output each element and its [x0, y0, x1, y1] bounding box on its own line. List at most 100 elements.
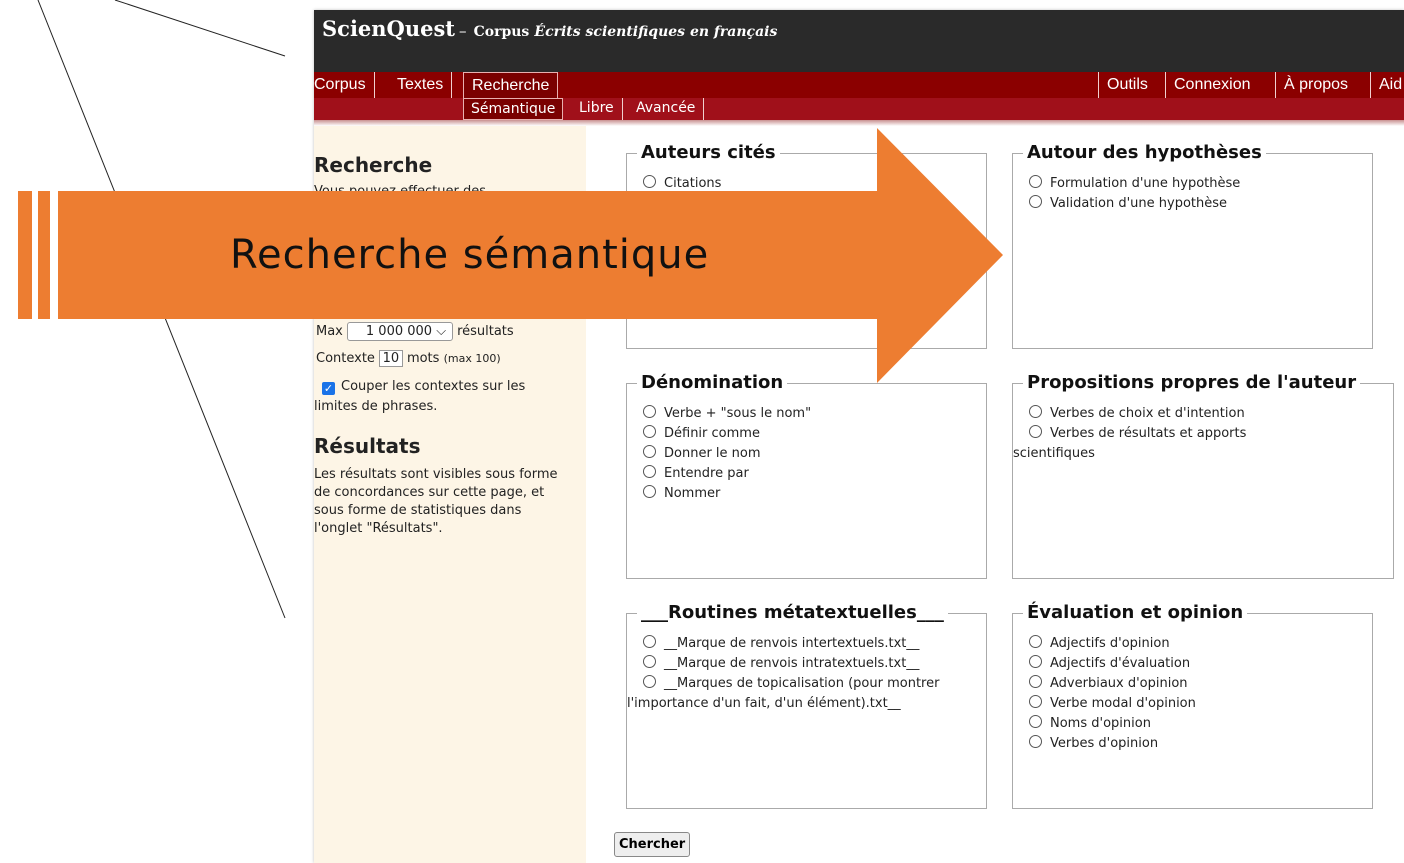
panel-title: Dénomination — [637, 372, 788, 394]
radio-icon — [643, 465, 656, 478]
radio-option[interactable]: Définir comme — [637, 424, 978, 444]
cut-context-label-2: limites de phrases. — [314, 399, 438, 414]
radio-icon — [1029, 675, 1042, 688]
option-label: Noms d'opinion — [1050, 716, 1151, 731]
panel-routines: ___Routines métatextuelles___ __Marque d… — [626, 602, 987, 809]
subnav-avancee[interactable]: Avancée — [636, 98, 705, 120]
radio-option[interactable]: Noms d'opinion — [1023, 714, 1364, 734]
panel-hypotheses: Autour des hypothèses Formulation d'une … — [1012, 142, 1373, 349]
app-screenshot: ScienQuest – Corpus Écrits scientifiques … — [314, 10, 1404, 863]
search-button[interactable]: Chercher — [614, 832, 691, 857]
context-input[interactable]: 10 — [378, 350, 403, 367]
radio-icon — [643, 675, 656, 688]
radio-option[interactable]: Entendre par — [637, 464, 978, 484]
radio-option[interactable]: Verbe modal d'opinion — [1023, 694, 1364, 714]
option-label: Définir comme — [664, 426, 760, 441]
option-label: __Marques de topicalisation (pour montre… — [627, 676, 940, 711]
subnav-semantique[interactable]: Sémantique — [463, 98, 564, 120]
panel-title: Autour des hypothèses — [1023, 142, 1266, 164]
radio-icon — [643, 175, 656, 188]
option-label: Donner le nom — [664, 446, 761, 461]
brand-separator: – — [459, 22, 467, 40]
cut-context-row: ✓ Couper les contextes sur les — [316, 379, 525, 395]
nav-aide[interactable]: Aid — [1370, 72, 1402, 98]
radio-option[interactable]: Adjectifs d'opinion — [1023, 634, 1364, 654]
option-label: Validation d'une hypothèse — [1050, 196, 1228, 211]
main-nav: Corpus Textes Recherche Outils Connexion… — [314, 72, 1404, 99]
cut-context-label-1: Couper les contextes sur les — [341, 379, 526, 394]
radio-icon — [1029, 425, 1042, 438]
radio-option[interactable]: Citations — [637, 174, 978, 194]
chevron-down-icon: ⌵ — [436, 324, 447, 339]
radio-icon — [1029, 405, 1042, 418]
nav-a-propos[interactable]: À propos — [1275, 72, 1348, 98]
brand: ScienQuest – Corpus Écrits scientifiques … — [322, 16, 777, 41]
radio-option[interactable]: Verbes d'opinion — [1023, 734, 1364, 754]
radio-option[interactable]: Nommer — [637, 484, 978, 504]
radio-option[interactable]: Adverbiaux d'opinion — [1023, 674, 1364, 694]
option-label: Citations — [664, 176, 722, 191]
panel-title: Auteurs cités — [637, 142, 780, 164]
site-header: ScienQuest – Corpus Écrits scientifiques … — [314, 10, 1404, 72]
panel-title: ___Routines métatextuelles___ — [637, 602, 948, 624]
option-label: Verbe + "sous le nom" — [664, 406, 812, 421]
max-results-row: Max 1 000 000 ⌵ résultats — [316, 322, 514, 341]
option-label: Verbe modal d'opinion — [1050, 696, 1196, 711]
radio-icon — [643, 635, 656, 648]
radio-option[interactable]: Verbes de choix et d'intention — [1023, 404, 1313, 424]
search-heading: Recherche — [314, 153, 433, 177]
option-label: Verbes de choix et d'intention — [1050, 406, 1245, 421]
radio-icon — [643, 405, 656, 418]
results-text: Les résultats sont visibles sous forme d… — [314, 467, 558, 536]
corpus-title: Écrits scientifiques en français — [534, 24, 778, 40]
option-label: Adjectifs d'opinion — [1050, 636, 1170, 651]
panel-evaluation: Évaluation et opinion Adjectifs d'opinio… — [1012, 602, 1373, 809]
context-label: Contexte — [316, 351, 375, 366]
context-unit: mots — [406, 351, 440, 366]
radio-option[interactable]: Validation d'une hypothèse — [1023, 194, 1364, 214]
option-label: Adverbiaux d'opinion — [1050, 676, 1188, 691]
max-results-select[interactable]: 1 000 000 ⌵ — [346, 322, 454, 341]
banner-title: Recherche sémantique — [230, 232, 710, 278]
option-label: Adjectifs d'évaluation — [1050, 656, 1191, 671]
subnav-libre[interactable]: Libre — [579, 98, 623, 120]
nav-connexion[interactable]: Connexion — [1165, 72, 1251, 98]
panel-propositions: Propositions propres de l'auteur Verbes … — [1012, 372, 1394, 579]
radio-icon — [1029, 175, 1042, 188]
option-label: Entendre par — [664, 466, 749, 481]
nav-recherche[interactable]: Recherche — [463, 72, 559, 99]
option-label: Formulation d'une hypothèse — [1050, 176, 1241, 191]
radio-option[interactable]: __Marque de renvois intratextuels.txt__ — [637, 654, 978, 674]
nav-corpus[interactable]: Corpus — [314, 72, 375, 98]
option-label: Nommer — [664, 486, 721, 501]
panel-title: Évaluation et opinion — [1023, 602, 1248, 624]
results-heading: Résultats — [314, 434, 421, 458]
radio-option[interactable]: Adjectifs d'évaluation — [1023, 654, 1364, 674]
radio-option[interactable]: __Marques de topicalisation (pour montre… — [627, 674, 978, 714]
radio-option[interactable]: Verbe + "sous le nom" — [637, 404, 978, 424]
results-label: résultats — [457, 324, 514, 339]
nav-outils[interactable]: Outils — [1098, 72, 1148, 98]
panel-title: Propositions propres de l'auteur — [1023, 372, 1361, 394]
radio-icon — [1029, 735, 1042, 748]
radio-icon — [1029, 695, 1042, 708]
radio-option[interactable]: __Marque de renvois intertextuels.txt__ — [637, 634, 978, 654]
radio-icon — [643, 445, 656, 458]
max-results-value: 1 000 000 — [365, 324, 433, 339]
radio-icon — [643, 485, 656, 498]
option-label: Verbes de résultats et apports scientifi… — [1013, 426, 1247, 461]
radio-option[interactable]: Donner le nom — [637, 444, 978, 464]
sub-nav: Sémantique Libre Avancée — [314, 98, 1404, 120]
radio-option[interactable]: Formulation d'une hypothèse — [1023, 174, 1364, 194]
radio-option[interactable]: Verbes de résultats et apports scientifi… — [1013, 424, 1313, 464]
context-row: Contexte 10 mots (max 100) — [316, 350, 501, 367]
option-label: Verbes d'opinion — [1050, 736, 1159, 751]
corpus-label: Corpus — [473, 24, 530, 40]
radio-icon — [643, 425, 656, 438]
nav-textes[interactable]: Textes — [397, 72, 453, 98]
banner-bar-1 — [18, 191, 32, 319]
radio-icon — [1029, 715, 1042, 728]
cut-context-checkbox[interactable]: ✓ — [322, 382, 335, 395]
option-label: __Marque de renvois intratextuels.txt__ — [664, 656, 920, 671]
context-max: (max 100) — [443, 352, 501, 365]
